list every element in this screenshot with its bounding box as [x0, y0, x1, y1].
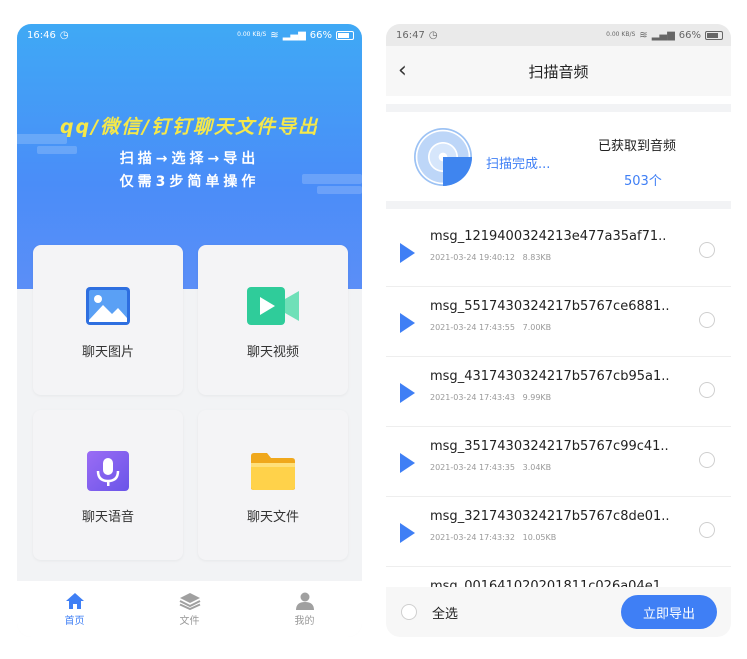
clock: 16:47	[396, 29, 425, 41]
card-label: 聊天图片	[81, 345, 134, 360]
file-date: 2021-03-24 17:43:55	[430, 323, 515, 332]
select-radio[interactable]	[699, 522, 715, 538]
list-item[interactable]: msg_4317430324217b5767cb95a1.. 2021-03-2…	[386, 357, 731, 427]
found-count: 503个	[624, 174, 662, 189]
audio-file-list[interactable]: msg_1219400324213e477a35af71.. 2021-03-2…	[386, 217, 731, 587]
tab-label: 文件	[179, 615, 200, 627]
file-size: 7.00KB	[522, 323, 552, 332]
bottom-tab-bar: 首页 文件 我的	[17, 581, 362, 637]
play-icon[interactable]	[400, 243, 415, 263]
file-date: 2021-03-24 19:40:12	[430, 253, 515, 262]
card-chat-images[interactable]: 聊天图片	[33, 245, 183, 395]
network-speed: 0.00 KB/S	[237, 31, 267, 38]
file-name: msg_001641020201811c026a04e1	[430, 579, 661, 587]
file-date: 2021-03-24 17:43:35	[430, 463, 515, 472]
export-now-button[interactable]: 立即导出	[621, 595, 717, 629]
file-size: 10.05KB	[522, 533, 557, 542]
file-size: 8.83KB	[522, 253, 552, 262]
file-name: msg_3217430324217b5767c8de01..	[430, 509, 670, 524]
status-bar: 16:46 ◷ 0.00 KB/S ≋ ▂▄▆ 66%	[17, 24, 362, 46]
tab-files[interactable]: 文件	[132, 581, 247, 637]
file-size: 3.04KB	[522, 463, 552, 472]
battery-icon	[705, 30, 723, 40]
card-chat-files[interactable]: 聊天文件	[198, 410, 348, 560]
bottom-action-bar: 全选 立即导出	[386, 587, 731, 637]
tab-label: 首页	[64, 615, 85, 627]
card-label: 聊天语音	[81, 510, 134, 525]
microphone-icon	[87, 451, 129, 491]
card-chat-videos[interactable]: 聊天视频	[198, 245, 348, 395]
layers-icon	[179, 592, 200, 610]
signal-icon: ▂▄▆	[651, 29, 675, 41]
home-screen: 16:46 ◷ 0.00 KB/S ≋ ▂▄▆ 66% qq/微信/钉钉聊天文件导…	[17, 24, 362, 637]
select-radio[interactable]	[699, 452, 715, 468]
scan-summary: 扫描完成... 已获取到音频 503个	[386, 104, 731, 209]
network-speed: 0.00 KB/S	[606, 31, 636, 38]
list-item[interactable]: msg_3217430324217b5767c8de01.. 2021-03-2…	[386, 497, 731, 567]
clock: 16:46	[27, 29, 56, 41]
file-date: 2021-03-24 17:43:32	[430, 533, 515, 542]
select-radio[interactable]	[699, 312, 715, 328]
nav-bar: ‹ 扫描音频	[386, 46, 731, 96]
list-item[interactable]: msg_5517430324217b5767ce6881.. 2021-03-2…	[386, 287, 731, 357]
file-meta: 2021-03-24 17:43:55 7.00KB	[430, 323, 551, 332]
signal-icon: ▂▄▆	[282, 29, 306, 41]
file-name: msg_4317430324217b5767cb95a1..	[430, 369, 670, 384]
file-date: 2021-03-24 17:43:43	[430, 393, 515, 402]
hero-steps: 扫描→选择→导出	[119, 151, 260, 167]
wifi-icon: ≋	[270, 29, 279, 41]
wifi-icon: ≋	[639, 29, 648, 41]
list-item[interactable]: msg_3517430324217b5767c99c41.. 2021-03-2…	[386, 427, 731, 497]
select-radio[interactable]	[699, 242, 715, 258]
alarm-icon: ◷	[428, 29, 438, 41]
hero-tagline: 仅需3步简单操作	[119, 174, 260, 190]
back-icon[interactable]: ‹	[398, 58, 407, 83]
radar-icon	[414, 128, 472, 186]
list-item[interactable]: msg_001641020201811c026a04e1	[386, 567, 731, 587]
tab-label: 我的	[294, 615, 315, 627]
alarm-icon: ◷	[59, 29, 69, 41]
file-name: msg_5517430324217b5767ce6881..	[430, 299, 670, 314]
page-title: 扫描音频	[528, 62, 589, 81]
list-item[interactable]: msg_1219400324213e477a35af71.. 2021-03-2…	[386, 217, 731, 287]
file-size: 9.99KB	[522, 393, 552, 402]
file-name: msg_3517430324217b5767c99c41..	[430, 439, 669, 454]
select-all-radio[interactable]	[401, 604, 417, 620]
found-label: 已获取到音频	[598, 139, 677, 154]
play-icon[interactable]	[400, 523, 415, 543]
image-icon	[86, 287, 130, 325]
hero-title: qq/微信/钉钉聊天文件导出	[59, 116, 320, 138]
select-radio[interactable]	[699, 382, 715, 398]
folder-icon	[251, 453, 295, 490]
file-meta: 2021-03-24 17:43:35 3.04KB	[430, 463, 551, 472]
file-name: msg_1219400324213e477a35af71..	[430, 229, 667, 244]
battery-icon	[336, 30, 354, 40]
card-label: 聊天视频	[246, 345, 299, 360]
file-meta: 2021-03-24 17:43:43 9.99KB	[430, 393, 551, 402]
video-icon	[247, 287, 299, 325]
battery-level: 66%	[309, 29, 332, 41]
file-meta: 2021-03-24 19:40:12 8.83KB	[430, 253, 551, 262]
play-icon[interactable]	[400, 453, 415, 473]
status-bar: 16:47 ◷ 0.00 KB/S ≋ ▂▄▆ 66%	[386, 24, 731, 46]
play-icon[interactable]	[400, 383, 415, 403]
select-all-label[interactable]: 全选	[432, 603, 458, 622]
battery-level: 66%	[678, 29, 701, 41]
card-label: 聊天文件	[246, 510, 299, 525]
scan-status: 扫描完成...	[486, 157, 551, 172]
tab-home[interactable]: 首页	[17, 581, 132, 637]
file-meta: 2021-03-24 17:43:32 10.05KB	[430, 533, 556, 542]
tab-profile[interactable]: 我的	[247, 581, 362, 637]
card-chat-voice[interactable]: 聊天语音	[33, 410, 183, 560]
play-icon[interactable]	[400, 313, 415, 333]
scan-audio-screen: 16:47 ◷ 0.00 KB/S ≋ ▂▄▆ 66% ‹ 扫描音频 扫描完成..…	[386, 24, 731, 637]
user-icon	[295, 592, 314, 610]
home-icon	[65, 592, 84, 609]
